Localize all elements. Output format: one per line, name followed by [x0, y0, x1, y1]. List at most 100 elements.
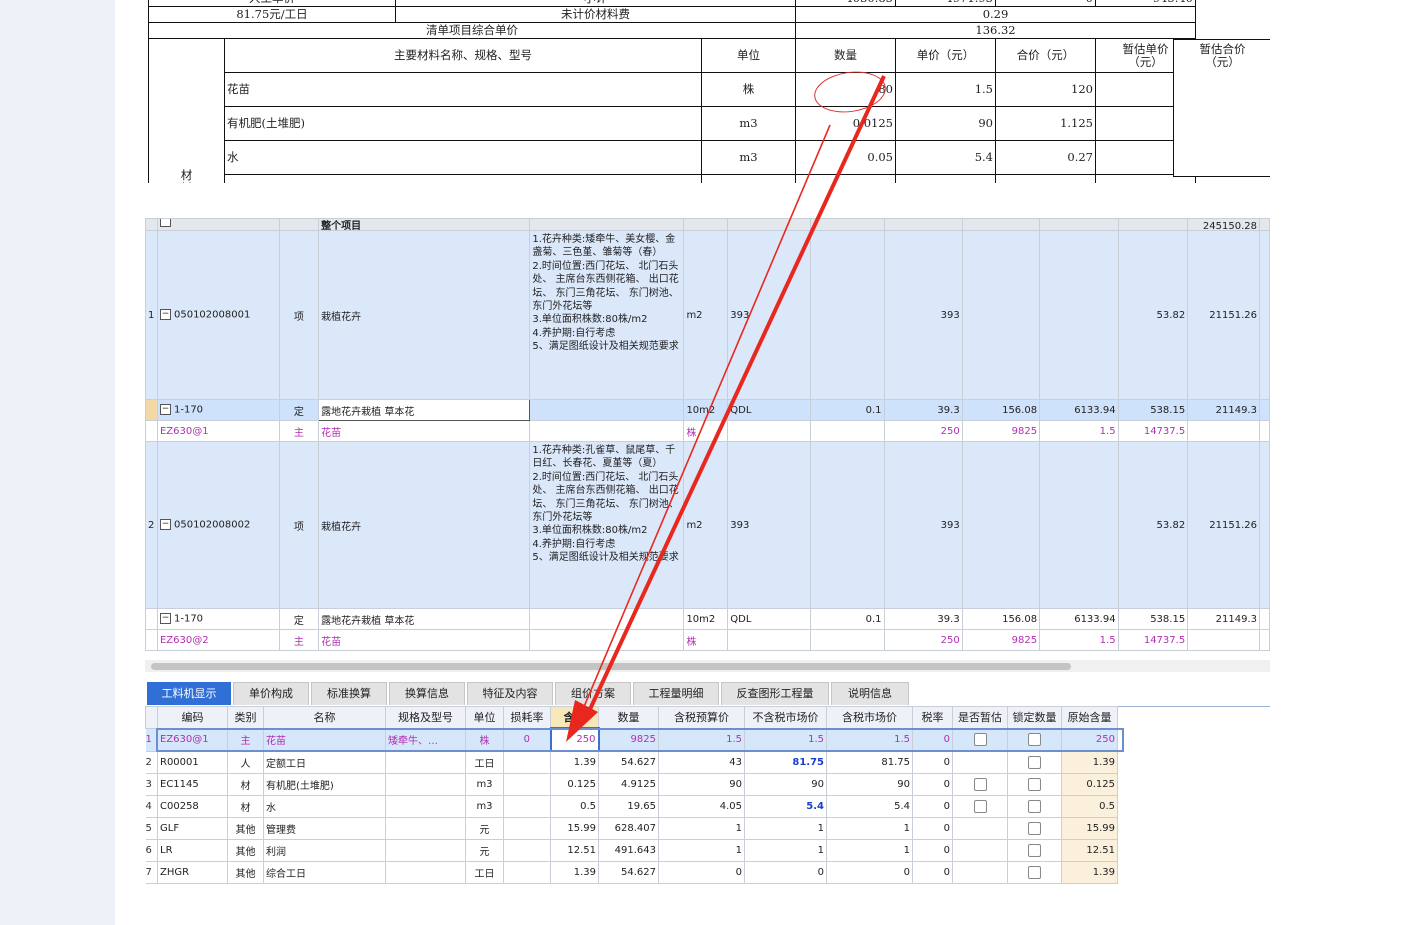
tab-description[interactable]: 说明信息: [831, 682, 909, 705]
is-estimate-checkbox[interactable]: [973, 778, 987, 791]
resource-tax-rate[interactable]: 0: [912, 773, 953, 796]
resource-market-price-in-tax[interactable]: 5.4: [826, 795, 913, 818]
resource-name[interactable]: 综合工日: [263, 861, 386, 884]
lock-qty-checkbox[interactable]: [1028, 822, 1041, 835]
quota-name[interactable]: 露地花卉栽植 草本花: [318, 608, 531, 630]
bill-item-row[interactable]: 1 −050102008001 项 栽植花卉 1.花卉种类:矮牵牛、美女樱、金盏…: [145, 230, 1270, 400]
col-lock-qty[interactable]: 锁定数量: [1007, 706, 1062, 729]
resource-name[interactable]: 管理费: [263, 817, 386, 840]
main-material-row[interactable]: EZ630@1 主 花苗 株 250 9825 1.5 14737.5: [145, 420, 1270, 442]
item-description[interactable]: 1.花卉种类:矮牵牛、美女樱、金盏菊、三色堇、雏菊等（春） 2.时间位置:西门花…: [529, 230, 685, 400]
tab-pricing-scheme[interactable]: 组价方案: [555, 682, 631, 705]
quota-qty-expr[interactable]: QDL: [727, 399, 812, 421]
lock-qty-checkbox[interactable]: [1028, 733, 1041, 746]
resource-name[interactable]: 水: [263, 795, 386, 818]
col-unit[interactable]: 单位: [465, 706, 504, 729]
bill-item-row[interactable]: 2 −050102008002 项 栽植花卉 1.花卉种类:孔雀草、鼠尾草、千日…: [145, 441, 1270, 609]
resource-market-price-ex-tax[interactable]: 0: [744, 861, 827, 884]
collapse-icon[interactable]: −: [159, 404, 171, 416]
resource-tax-rate[interactable]: 0: [912, 817, 953, 840]
resource-row[interactable]: 7 ZHGR 其他 综合工日 工日 1.39 54.627 0 0 0 0 1.39: [145, 861, 1118, 884]
resource-spec[interactable]: [385, 839, 466, 862]
resource-content[interactable]: 1.39: [550, 750, 599, 774]
resource-name[interactable]: 利润: [263, 839, 386, 862]
resource-tax-rate[interactable]: 0: [912, 861, 953, 884]
resource-detail-grid[interactable]: 编码 类别 名称 规格及型号 单位 损耗率 含量 数量 含税预算价 不含税市场价…: [145, 706, 1124, 884]
resource-spec[interactable]: [385, 861, 466, 884]
item-name[interactable]: 栽植花卉: [318, 230, 531, 400]
tab-reverse-lookup[interactable]: 反查图形工程量: [721, 682, 829, 705]
resource-market-price-ex-tax[interactable]: 81.75: [744, 750, 827, 774]
resource-content[interactable]: 0.5: [550, 795, 599, 818]
material-name[interactable]: 花苗: [318, 420, 531, 442]
col-tax-rate[interactable]: 税率: [912, 706, 953, 729]
resource-market-price-ex-tax[interactable]: 1: [744, 839, 827, 862]
resource-loss-rate[interactable]: [503, 795, 551, 818]
item-name[interactable]: 栽植花卉: [318, 441, 531, 609]
bill-items-grid[interactable]: 整个项目 245150.28 1 −050102008001 项 栽植花卉 1.…: [145, 218, 1270, 660]
col-is-estimate[interactable]: 是否暂估: [952, 706, 1008, 729]
tab-features-content[interactable]: 特征及内容: [467, 682, 553, 705]
tab-quantity-details[interactable]: 工程量明细: [633, 682, 719, 705]
resource-market-price-ex-tax[interactable]: 1.5: [744, 727, 827, 752]
lock-qty-checkbox[interactable]: [1028, 866, 1041, 879]
main-material-row[interactable]: EZ630@2 主 花苗 株 250 9825 1.5 14737.5: [145, 629, 1270, 651]
lock-qty-checkbox[interactable]: [1028, 800, 1041, 813]
col-spec[interactable]: 规格及型号: [385, 706, 466, 729]
resource-market-price-in-tax[interactable]: 0: [826, 861, 913, 884]
resource-name[interactable]: 有机肥(土堆肥): [263, 773, 386, 796]
resource-loss-rate[interactable]: [503, 839, 551, 862]
tab-conversion-info[interactable]: 换算信息: [389, 682, 465, 705]
quota-qty-expr[interactable]: QDL: [727, 608, 812, 630]
tab-resource-display[interactable]: 工料机显示: [147, 682, 231, 705]
col-market-price-in-tax[interactable]: 含税市场价: [826, 706, 913, 729]
tab-unit-price-composition[interactable]: 单价构成: [233, 682, 309, 705]
is-estimate-checkbox[interactable]: [973, 733, 987, 746]
resource-market-price-in-tax[interactable]: 1: [826, 839, 913, 862]
resource-market-price-in-tax[interactable]: 90: [826, 773, 913, 796]
resource-market-price-ex-tax[interactable]: 1: [744, 817, 827, 840]
resource-spec[interactable]: [385, 795, 466, 818]
resource-content[interactable]: 15.99: [550, 817, 599, 840]
resource-row[interactable]: 5 GLF 其他 管理费元 15.99 628.407 1 1 1 0 15.99: [145, 817, 1118, 840]
resource-tax-rate[interactable]: 0: [912, 795, 953, 818]
resource-market-price-in-tax[interactable]: 1: [826, 817, 913, 840]
resource-tax-rate[interactable]: 0: [912, 727, 953, 752]
resource-content[interactable]: 0.125: [550, 773, 599, 796]
resource-loss-rate[interactable]: [503, 817, 551, 840]
resource-row[interactable]: 6 LR 其他 利润元 12.51 491.643 1 1 1 0 12.51: [145, 839, 1118, 862]
resource-loss-rate[interactable]: 0: [503, 727, 551, 752]
collapse-icon[interactable]: −: [159, 613, 171, 625]
resource-row[interactable]: 4 C00258 材水 m3 0.5 19.65 4.05 5.4 5.4 0 0.5: [145, 795, 1118, 818]
resource-tax-rate[interactable]: 0: [912, 839, 953, 862]
collapse-icon[interactable]: −: [159, 519, 171, 531]
resource-market-price-ex-tax[interactable]: 5.4: [744, 795, 827, 818]
col-code[interactable]: 编码: [157, 706, 228, 729]
resource-tax-rate[interactable]: 0: [912, 750, 953, 774]
resource-name[interactable]: 定额工日: [263, 750, 386, 774]
collapse-icon[interactable]: −: [159, 309, 171, 321]
resource-spec[interactable]: [385, 773, 466, 796]
resource-row[interactable]: 1 EZ630@1 主花苗 矮牵牛、… 株 0 250 9825 1.5 1.5 1.5 0 250: [145, 727, 1118, 752]
col-market-price-ex-tax[interactable]: 不含税市场价: [744, 706, 827, 729]
col-budget-price[interactable]: 含税预算价: [658, 706, 745, 729]
item-qty-expr[interactable]: 393: [727, 230, 812, 400]
resource-loss-rate[interactable]: [503, 861, 551, 884]
resource-market-price-in-tax[interactable]: 81.75: [826, 750, 913, 774]
resource-row[interactable]: 3 EC1145 材有机肥(土堆肥) m3 0.125 4.9125 90 90 90 0 0.12…: [145, 773, 1118, 796]
resource-loss-rate[interactable]: [503, 750, 551, 774]
quota-row[interactable]: −1-170 定 露地花卉栽植 草本花 10m2 QDL 0.1 39.3 15…: [145, 608, 1270, 630]
scrollbar-thumb[interactable]: [151, 663, 1071, 670]
resource-spec[interactable]: [385, 750, 466, 774]
item-qty-expr[interactable]: 393: [727, 441, 812, 609]
quota-row[interactable]: −1-170 定 露地花卉栽植 草本花 10m2 QDL 0.1 39.3 15…: [145, 399, 1270, 421]
col-qty[interactable]: 数量: [598, 706, 659, 729]
tab-standard-conversion[interactable]: 标准换算: [311, 682, 387, 705]
resource-content[interactable]: 250: [549, 727, 600, 752]
lock-qty-checkbox[interactable]: [1028, 778, 1041, 791]
col-name[interactable]: 名称: [263, 706, 386, 729]
quota-name-input[interactable]: 露地花卉栽植 草本花: [318, 399, 531, 421]
resource-name[interactable]: 花苗: [263, 727, 386, 752]
horizontal-scrollbar[interactable]: [145, 660, 1270, 672]
is-estimate-checkbox[interactable]: [973, 800, 987, 813]
